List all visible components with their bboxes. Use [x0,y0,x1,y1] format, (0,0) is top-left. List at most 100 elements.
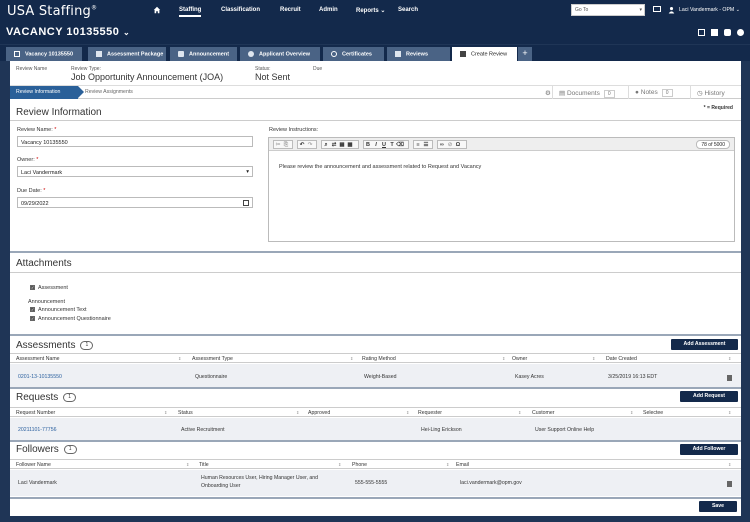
clear-format-icon[interactable]: ⌫ [396,141,404,149]
instructions-text[interactable]: Please review the announcement and asses… [279,164,481,170]
omega-icon[interactable]: Ω [454,141,462,149]
nav-search[interactable]: Search [398,7,418,13]
numbered-list-icon[interactable]: ≡ [414,141,422,149]
add-assessment-button[interactable]: Add Assessment [671,339,738,350]
user-menu[interactable]: Laci Vandermark - OPM ⌄ [679,7,740,13]
column-header[interactable]: Follower Name [16,462,51,468]
column-header[interactable]: Request Number [16,410,55,416]
vacancy-title[interactable]: VACANCY 10135550 ⌄ [6,26,130,38]
nav-admin[interactable]: Admin [319,7,338,13]
announcement-text-checkbox[interactable]: ✓ Announcement Text [30,307,87,313]
sort-icon[interactable]: ⇕ [164,410,167,415]
column-header[interactable]: Requester [418,410,442,416]
select-all-icon[interactable]: ▦ [338,141,346,149]
owner-select[interactable]: Laci Vandermark ▾ [17,166,253,177]
gear-icon[interactable]: ⚙ [539,86,551,99]
column-header[interactable]: Status [178,410,193,416]
nav-staffing[interactable]: Staffing [179,7,202,17]
tab-applicant-overview[interactable]: Applicant Overview [240,47,320,61]
nav-reports[interactable]: Reports ⌄ [356,7,385,14]
strike-icon[interactable]: T [388,141,396,149]
goto-input[interactable]: Go To ▾ [571,4,645,16]
mail-icon[interactable] [653,6,661,12]
tab-reviews[interactable]: Reviews [387,47,450,61]
unlink-icon[interactable]: ⊘ [446,141,454,149]
folder-icon[interactable] [711,29,718,36]
assessment-name-link[interactable]: 0201-13-10135550 [18,374,62,380]
column-header[interactable]: Rating Method [362,356,396,362]
calendar-icon[interactable] [243,199,249,206]
comment-icon[interactable] [724,29,731,36]
column-header[interactable]: Title [199,462,209,468]
copy-icon[interactable]: ⎘ [282,141,290,149]
sort-icon[interactable]: ⇕ [630,410,633,415]
add-request-button[interactable]: Add Request [680,391,738,402]
history-tab[interactable]: ◷ History [690,86,725,99]
sort-icon[interactable]: ⇕ [728,356,731,361]
column-header[interactable]: Date Created [606,356,637,362]
add-follower-button[interactable]: Add Follower [680,444,738,455]
tab-create-review[interactable]: Create Review [452,47,517,61]
tab-assessment-package[interactable]: Assessment Package [88,47,166,61]
column-header[interactable]: Email [456,462,469,468]
undo-icon[interactable]: ↶ [298,141,306,149]
sort-icon[interactable]: ⇕ [592,356,595,361]
tab-review-information[interactable]: Review Information [10,86,84,99]
sort-icon[interactable]: ⇕ [186,462,189,467]
sort-icon[interactable]: ⇕ [178,356,181,361]
sort-icon[interactable]: ⇕ [338,462,341,467]
trash-icon[interactable] [727,375,732,381]
link-icon[interactable]: ∞ [438,141,446,149]
announcement-questionnaire-checkbox[interactable]: ✓ Announcement Questionnaire [30,316,111,322]
column-header[interactable]: Customer [532,410,555,416]
review-name-input[interactable]: Vacancy 10135550 [17,136,253,147]
bulleted-list-icon[interactable]: ☰ [422,141,430,149]
column-header[interactable]: Approved [308,410,330,416]
column-header[interactable]: Assessment Name [16,356,60,362]
edit-icon[interactable] [698,29,705,36]
sort-icon[interactable]: ⇕ [446,462,449,467]
italic-icon[interactable]: I [372,141,380,149]
instructions-editor[interactable]: ✂ ⎘ ↶ ↷ ⌕ ⇄ ▦ ▩ B I U T ⌫ ≡ ☰ ∞ ⊘ Ω 78 of 5000 Pleas… [268,137,735,242]
sort-icon[interactable]: ⇕ [296,410,299,415]
redo-icon[interactable]: ↷ [306,141,314,149]
tab-vacancy[interactable]: Vacancy 10135550 [6,47,82,61]
help-icon[interactable] [737,29,744,36]
request-number-link[interactable]: 20211101-77756 [18,427,56,433]
underline-icon[interactable]: U [380,141,388,149]
thumbs-up-icon [460,51,466,57]
nav-classification[interactable]: Classification [221,7,260,13]
replace-icon[interactable]: ⇄ [330,141,338,149]
notes-tab[interactable]: ● Notes 0 [628,86,673,99]
trash-icon[interactable] [727,481,732,487]
save-button[interactable]: Save [699,501,737,512]
nav-recruit[interactable]: Recruit [280,7,301,13]
column-header[interactable]: Owner [512,356,527,362]
add-tab-button[interactable]: + [518,47,532,61]
usa-staffing-logo[interactable]: USA Staffing® [7,4,97,19]
column-header[interactable]: Assessment Type [192,356,233,362]
main-panel: Review Name Review Type: Job Opportunity… [10,61,741,516]
user-icon[interactable] [668,6,675,14]
cut-icon[interactable]: ✂ [274,141,282,149]
tab-certificates[interactable]: Certificates [323,47,384,61]
home-icon[interactable] [153,6,161,14]
documents-tab[interactable]: ▤ Documents 0 [552,86,615,99]
sort-icon[interactable]: ⇕ [518,410,521,415]
sort-icon[interactable]: ⇕ [728,462,731,467]
due-date-input[interactable]: 09/29/2022 [17,197,253,208]
bold-icon[interactable]: B [364,141,372,149]
tab-review-assignments[interactable]: Review Assignments [85,89,133,95]
sort-icon[interactable]: ⇕ [502,356,505,361]
dropdown-chevron-icon: ▾ [639,7,642,13]
sort-icon[interactable]: ⇕ [350,356,353,361]
follower-title: Human Resources User, Hiring Manager Use… [201,475,319,489]
column-header[interactable]: Selectee [643,410,663,416]
tab-announcement[interactable]: Announcement [170,47,237,61]
spellcheck-icon[interactable]: ▩ [346,141,354,149]
sort-icon[interactable]: ⇕ [728,410,731,415]
sort-icon[interactable]: ⇕ [406,410,409,415]
assessment-checkbox[interactable]: ✓ Assessment [30,285,68,291]
column-header[interactable]: Phone [352,462,367,468]
find-icon[interactable]: ⌕ [322,141,330,149]
